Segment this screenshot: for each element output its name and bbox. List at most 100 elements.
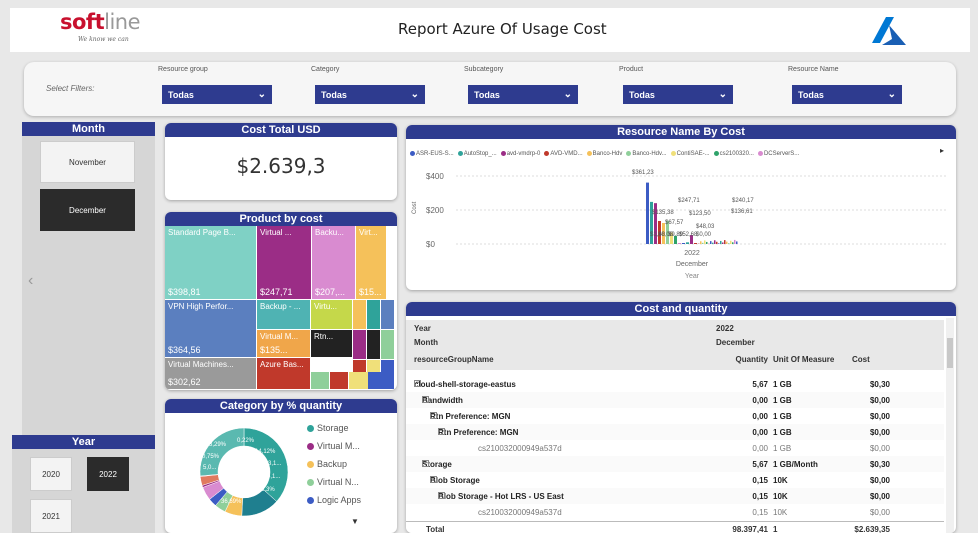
chart-bar[interactable] [720, 240, 722, 244]
filter-dropdown-0[interactable]: Todas ⌄ [162, 85, 272, 104]
treemap-tile[interactable]: Virtu... [311, 300, 352, 329]
chart-bar[interactable] [734, 239, 736, 244]
treemap-tile-small[interactable] [330, 372, 348, 389]
chart-bar[interactable] [722, 242, 724, 244]
row-unit: 1 GB [773, 395, 792, 405]
expand-minus-icon[interactable]: − [438, 427, 445, 435]
chart-bar[interactable] [678, 243, 681, 244]
legend-item[interactable]: avd-vmdrp-0 [500, 151, 540, 157]
expand-minus-icon[interactable]: − [430, 411, 437, 419]
table-row[interactable]: − Storage 5,67 1 GB/Month $0,30 [406, 456, 944, 472]
treemap-tile[interactable]: Rtn... [311, 330, 352, 357]
bar-data-label: $0,00 [696, 232, 712, 238]
legend-scroll-down-icon[interactable]: ▼ [351, 517, 359, 526]
legend-item[interactable]: DCServerS... [757, 151, 799, 157]
chart-bar[interactable] [702, 242, 704, 244]
chart-bar[interactable] [686, 242, 689, 244]
chevron-left-icon[interactable]: ‹ [28, 272, 33, 290]
chart-bar[interactable] [716, 241, 718, 244]
table-scrollbar[interactable] [946, 318, 954, 533]
table-row[interactable]: − Blob Storage - Hot LRS - US East 0,15 10K… [406, 488, 944, 504]
table-row[interactable]: − Blob Storage 0,15 10K $0,00 [406, 472, 944, 488]
treemap-tile[interactable]: Backu... $207,... [312, 226, 355, 299]
treemap-tile[interactable]: Virtual ... $247,71 [257, 226, 311, 299]
treemap-tile-small[interactable] [367, 300, 380, 329]
treemap-tile-small[interactable] [349, 372, 367, 389]
expand-minus-icon[interactable]: − [430, 475, 437, 483]
expand-minus-icon[interactable]: − [438, 491, 445, 499]
chart-bar[interactable] [718, 243, 720, 244]
table-row[interactable]: − Rtn Preference: MGN 0,00 1 GB $0,00 [406, 408, 944, 424]
column-header-name[interactable]: resourceGroupName [414, 355, 494, 364]
column-header-cost[interactable]: Cost [852, 355, 896, 364]
treemap-tile[interactable]: Backup - ... [257, 300, 310, 329]
table-scrollbar-thumb[interactable] [947, 338, 953, 368]
legend-item[interactable]: AVD-VMD... [544, 151, 583, 157]
chart-bar[interactable] [726, 241, 728, 244]
chart-bar[interactable] [736, 241, 738, 244]
expand-minus-icon[interactable]: − [422, 395, 429, 403]
chart-bar[interactable] [708, 243, 710, 244]
chart-bar[interactable] [706, 241, 708, 244]
year-option-2021[interactable]: 2021 [30, 499, 72, 533]
treemap-tile[interactable]: VPN High Perfor... $364,56 [165, 300, 256, 357]
treemap-tile[interactable]: Standard Page B... $398,81 [165, 226, 256, 299]
chart-bar[interactable] [712, 242, 714, 244]
x-tick-year: 2022 [684, 250, 700, 257]
filter-dropdown-4[interactable]: Todas ⌄ [792, 85, 902, 104]
treemap-tile-small[interactable] [353, 330, 366, 359]
legend-item[interactable]: Banco-Hdv [586, 151, 622, 157]
year-option-2020[interactable]: 2020 [30, 457, 72, 491]
chart-bar[interactable] [730, 240, 732, 244]
legend-item[interactable]: ASR-EUS-S... [410, 151, 454, 157]
chart-bar[interactable] [732, 242, 734, 244]
month-option-november[interactable]: November [40, 141, 135, 183]
treemap-tile[interactable]: Virt... $15... [356, 226, 386, 299]
legend-item[interactable]: cs2100320... [713, 151, 754, 157]
table-row[interactable]: − Rtn Preference: MGN 0,00 1 GB $0,00 [406, 424, 944, 440]
month-option-december[interactable]: December [40, 189, 135, 231]
treemap-tile[interactable]: Virtual Machines... $302,62 [165, 358, 256, 389]
legend-item[interactable]: Storage [307, 419, 361, 437]
column-header-unit[interactable]: Unit Of Measure [773, 355, 834, 364]
legend-item[interactable]: Virtual N... [307, 473, 361, 491]
treemap-tile-small[interactable] [381, 300, 394, 329]
legend-item[interactable]: Logic Apps [307, 491, 361, 509]
expand-minus-icon[interactable]: − [422, 459, 429, 467]
filter-dropdown-2[interactable]: Todas ⌄ [468, 85, 578, 104]
chart-bar[interactable] [682, 243, 685, 244]
treemap-tile-small[interactable] [381, 330, 394, 359]
chart-bar[interactable] [710, 241, 712, 244]
chart-bar[interactable] [704, 240, 706, 244]
legend-item[interactable]: Backup [307, 455, 361, 473]
treemap-tile[interactable]: Virtual M... $135... [257, 330, 310, 357]
filter-dropdown-1[interactable]: Todas ⌄ [315, 85, 425, 104]
legend-item[interactable]: Virtual M... [307, 437, 361, 455]
chart-bar[interactable] [714, 240, 716, 244]
row-name: − Blob Storage - Hot LRS - US East [438, 491, 564, 501]
expand-minus-icon[interactable]: − [414, 379, 421, 387]
chart-bar[interactable] [694, 243, 697, 244]
table-row[interactable]: cs210032000949a537d 0,00 1 GB $0,00 [406, 440, 944, 456]
chart-bar[interactable] [646, 182, 649, 244]
treemap-tile-small[interactable] [367, 330, 380, 359]
table-row[interactable]: − cloud-shell-storage-eastus 5,67 1 GB $0,30 [406, 376, 944, 392]
table-row[interactable]: cs210032000949a537d 0,15 10K $0,00 [406, 504, 944, 520]
legend-item[interactable]: ContiSAE-... [670, 151, 710, 157]
chart-bar[interactable] [728, 243, 730, 244]
column-header-quantity[interactable]: Quantity [716, 355, 768, 364]
treemap-tile-small[interactable] [353, 300, 366, 329]
year-option-2022[interactable]: 2022 [87, 457, 129, 491]
treemap-tile-small[interactable] [311, 372, 329, 389]
chart-bar[interactable] [700, 241, 702, 244]
resource-bar-chart[interactable]: $400 $200 $0 Cost $361,23 $247,71 $240,17 $135,… [406, 160, 956, 290]
filter-dropdown-3[interactable]: Todas ⌄ [623, 85, 733, 104]
table-row[interactable]: − Bandwidth 0,00 1 GB $0,00 [406, 392, 944, 408]
legend-item[interactable]: AutoStop_... [457, 151, 497, 157]
category-donut-chart[interactable] [189, 417, 299, 527]
legend-next-chevron-right-icon[interactable]: ▸ [940, 146, 944, 155]
legend-item[interactable]: Banco-Hdv... [626, 151, 667, 157]
treemap-tile[interactable]: Azure Bas... [257, 358, 310, 389]
chart-bar[interactable] [724, 240, 726, 244]
treemap-tile-small[interactable] [368, 372, 386, 389]
